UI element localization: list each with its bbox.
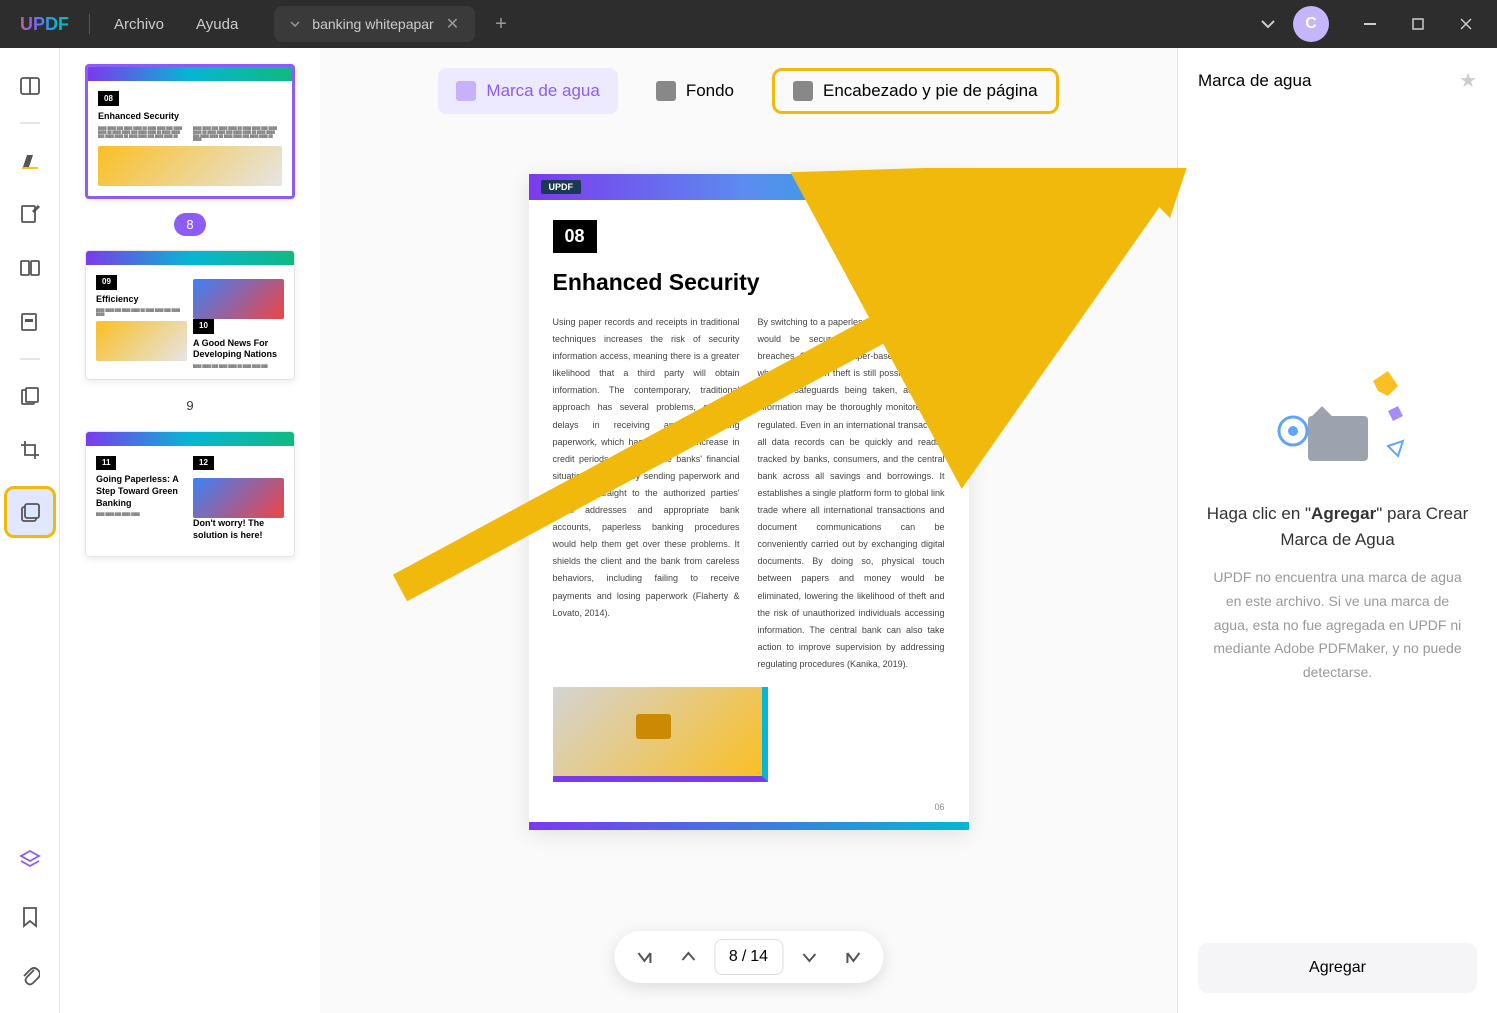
- next-icon: [801, 949, 817, 965]
- minimize-icon: [1364, 23, 1376, 25]
- page-image: [553, 687, 769, 782]
- edit-page-icon: [19, 203, 41, 225]
- bookmark-icon: [21, 906, 39, 928]
- redact-icon: [19, 311, 41, 333]
- favorite-icon[interactable]: ★: [1459, 68, 1477, 93]
- tab-header-footer[interactable]: Encabezado y pie de página: [772, 68, 1059, 114]
- tool-comment[interactable]: [12, 142, 48, 178]
- highlighter-icon: [19, 149, 41, 171]
- chevron-down-icon: [290, 21, 300, 27]
- page-column-2: By switching to a paperless workplace, a…: [758, 314, 945, 673]
- add-button[interactable]: Agregar: [1198, 943, 1477, 993]
- layers-icon: [18, 500, 42, 524]
- thumbnail-label-9: 9: [174, 394, 205, 417]
- add-tab-button[interactable]: +: [487, 9, 515, 40]
- stack-icon: [19, 848, 41, 870]
- thumbnail-page-8[interactable]: 08 Enhanced Security ████ ████ ███ ████ …: [85, 64, 295, 199]
- page-input[interactable]: 8 / 14: [714, 939, 783, 975]
- scan-icon: [19, 385, 41, 407]
- pdf-page: UPDF 08 Enhanced Security Using paper re…: [529, 174, 969, 830]
- page-brand-logo: UPDF: [541, 180, 582, 194]
- tool-edit[interactable]: [12, 196, 48, 232]
- header-footer-icon: [793, 81, 813, 101]
- next-page-button[interactable]: [791, 939, 827, 975]
- maximize-icon: [1412, 18, 1424, 30]
- document-tab[interactable]: banking whitepapar ✕: [274, 6, 475, 42]
- thumbnail-panel[interactable]: 08 Enhanced Security ████ ████ ███ ████ …: [60, 48, 320, 1013]
- crop-icon: [19, 439, 41, 461]
- tool-crop[interactable]: [12, 432, 48, 468]
- close-icon: [1460, 18, 1472, 30]
- tool-bookmark[interactable]: [12, 899, 48, 935]
- tool-redact[interactable]: [12, 304, 48, 340]
- page-viewer[interactable]: UPDF 08 Enhanced Security Using paper re…: [320, 134, 1177, 1013]
- panel-title: Marca de agua: [1198, 71, 1311, 91]
- tool-organize[interactable]: [12, 250, 48, 286]
- pages-icon: [19, 257, 41, 279]
- content-area: Marca de agua Fondo Encabezado y pie de …: [320, 48, 1177, 1013]
- thumbnail-page-9[interactable]: 09Efficiency████ ████ ███ ████ ████ ██ █…: [85, 250, 295, 380]
- first-page-button[interactable]: [626, 939, 662, 975]
- book-icon: [19, 75, 41, 97]
- tool-attachment[interactable]: [12, 957, 48, 993]
- minimize-button[interactable]: [1347, 8, 1393, 40]
- tool-ocr[interactable]: [12, 378, 48, 414]
- thumbnail-label-8: 8: [174, 213, 205, 236]
- tab-watermark[interactable]: Marca de agua: [438, 68, 617, 114]
- tool-page-tools[interactable]: [4, 486, 56, 538]
- user-avatar[interactable]: C: [1293, 6, 1329, 42]
- tool-layers[interactable]: [12, 841, 48, 877]
- empty-state-illustration: [1263, 361, 1413, 471]
- prev-icon: [680, 949, 696, 965]
- close-tab-icon[interactable]: ✕: [446, 14, 459, 34]
- watermark-icon: [456, 81, 476, 101]
- chevron-down-icon: [1261, 20, 1275, 28]
- background-icon: [656, 81, 676, 101]
- page-column-1: Using paper records and receipts in trad…: [553, 314, 740, 673]
- tool-reader[interactable]: [12, 68, 48, 104]
- left-toolbar: [0, 48, 60, 1013]
- last-page-button[interactable]: [835, 939, 871, 975]
- page-title: Enhanced Security: [553, 269, 945, 296]
- prev-page-button[interactable]: [670, 939, 706, 975]
- tab-background[interactable]: Fondo: [638, 68, 752, 114]
- divider: [89, 14, 90, 34]
- panel-description: UPDF no encuentra una marca de agua en e…: [1198, 566, 1477, 685]
- thumbnail-page-10[interactable]: 11Going Paperless: A Step Toward Green B…: [85, 431, 295, 557]
- paperclip-icon: [20, 964, 40, 986]
- last-icon: [845, 949, 861, 965]
- page-navigation: 8 / 14: [614, 931, 883, 983]
- right-panel: Marca de agua ★ Haga clic en "Agregar" p…: [1177, 48, 1497, 1013]
- close-button[interactable]: [1443, 8, 1489, 40]
- dropdown-button[interactable]: [1251, 14, 1285, 34]
- menu-file[interactable]: Archivo: [98, 10, 180, 39]
- menu-help[interactable]: Ayuda: [180, 10, 254, 39]
- app-logo: UPDF: [8, 14, 81, 35]
- page-number-badge: 08: [553, 220, 597, 253]
- page-footer-num: 06: [529, 802, 969, 822]
- titlebar: UPDF Archivo Ayuda banking whitepapar ✕ …: [0, 0, 1497, 48]
- first-icon: [636, 949, 652, 965]
- tab-title: banking whitepapar: [312, 16, 433, 32]
- maximize-button[interactable]: [1395, 8, 1441, 40]
- panel-message: Haga clic en "Agregar" para Crear Marca …: [1198, 501, 1477, 552]
